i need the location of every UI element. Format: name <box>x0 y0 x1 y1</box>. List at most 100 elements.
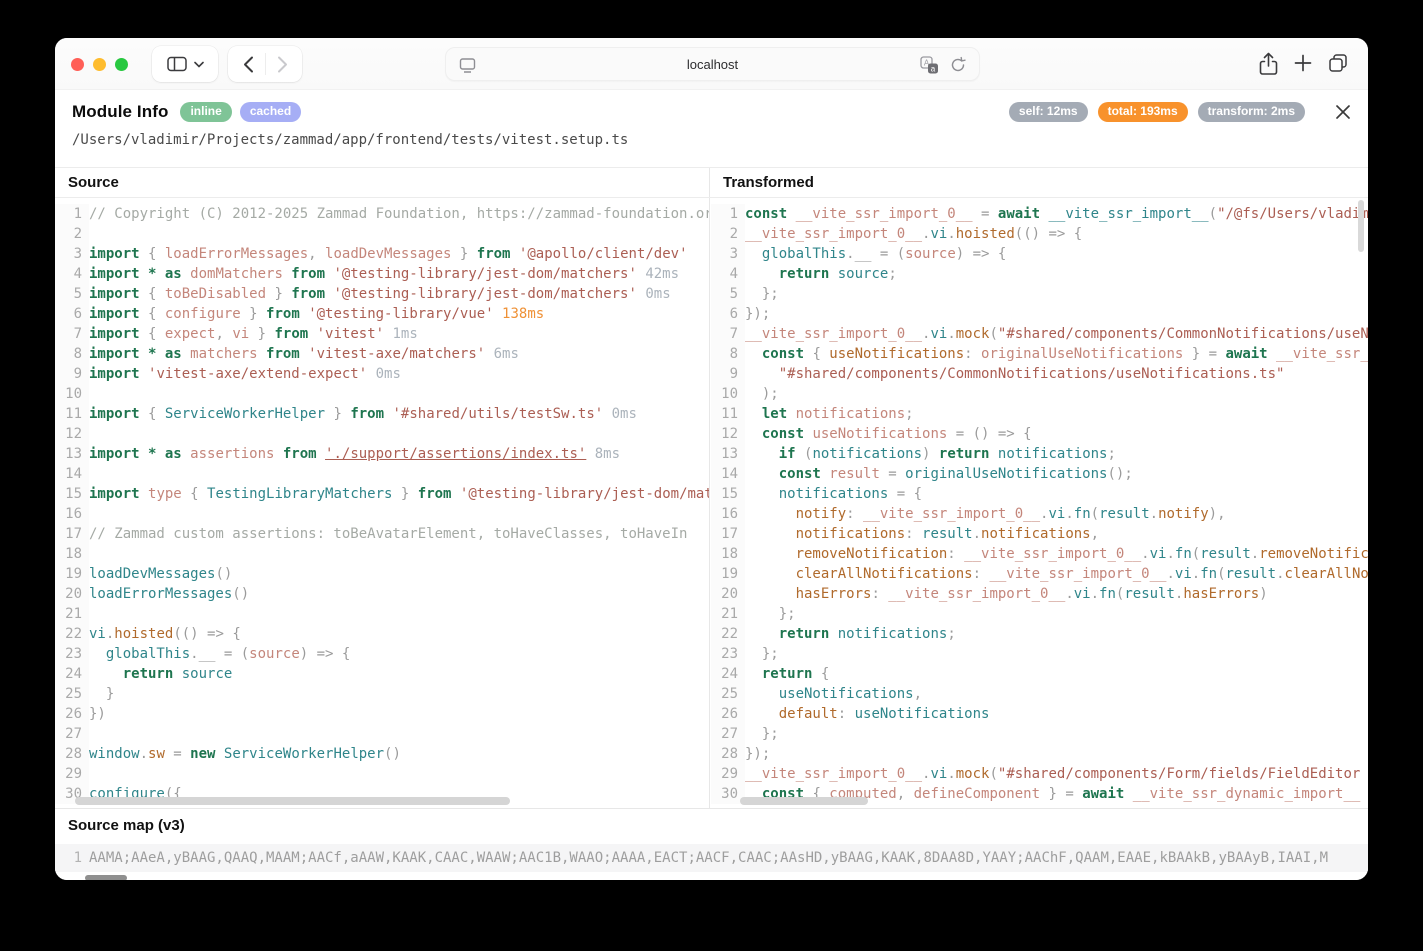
traffic-zoom-button[interactable] <box>115 58 128 71</box>
forward-icon[interactable] <box>266 56 288 73</box>
address-bar[interactable]: localhost A a <box>445 47 980 81</box>
module-info-header: Module Info inline cached self: 12ms tot… <box>55 90 1368 167</box>
code-line: 17 notifications: result.notifications, <box>711 524 1368 544</box>
line-number: 24 <box>711 664 745 684</box>
source-code[interactable]: 1// Copyright (C) 2012-2025 Zammad Found… <box>55 198 710 808</box>
line-number: 29 <box>55 764 89 784</box>
vertical-scrollbar[interactable] <box>1358 200 1364 252</box>
code-text: // Zammad custom assertions: toBeAvatarE… <box>89 524 709 544</box>
code-line: 15import type { TestingLibraryMatchers }… <box>55 484 709 504</box>
transformed-code[interactable]: 1const __vite_ssr_import_0__ = await __v… <box>711 198 1368 808</box>
code-text: notifications: result.notifications, <box>745 524 1368 544</box>
code-text: const __vite_ssr_import_0__ = await __vi… <box>745 204 1368 224</box>
close-icon[interactable] <box>1333 102 1353 122</box>
transformed-hscrollbar[interactable] <box>740 797 868 805</box>
code-line: 24 return source <box>55 664 709 684</box>
code-text: hasErrors: __vite_ssr_import_0__.vi.fn(r… <box>745 584 1368 604</box>
code-line: 8 const { useNotifications: originalUseN… <box>711 344 1368 364</box>
sidebar-toggle-button[interactable] <box>152 46 218 82</box>
code-text <box>89 464 709 484</box>
code-line: 2__vite_ssr_import_0__.vi.hoisted(() => … <box>711 224 1368 244</box>
code-line: 27 }; <box>711 724 1368 744</box>
code-text: clearAllNotifications: __vite_ssr_import… <box>745 564 1368 584</box>
traffic-minimize-button[interactable] <box>93 58 106 71</box>
line-number: 20 <box>711 584 745 604</box>
code-text: notifications = { <box>745 484 1368 504</box>
line-number: 16 <box>55 504 89 524</box>
code-text: import * as assertions from './support/a… <box>89 444 709 464</box>
line-number: 2 <box>55 224 89 244</box>
code-text: vi.hoisted(() => { <box>89 624 709 644</box>
sourcemap-line-number: 1 <box>55 850 89 866</box>
line-number: 13 <box>711 444 745 464</box>
code-text: const result = originalUseNotifications(… <box>745 464 1368 484</box>
line-number: 18 <box>711 544 745 564</box>
code-text: import { configure } from '@testing-libr… <box>89 304 709 324</box>
code-line: 5import { toBeDisabled } from '@testing-… <box>55 284 709 304</box>
line-number: 8 <box>55 344 89 364</box>
code-line: 26}) <box>55 704 709 724</box>
code-line: 17// Zammad custom assertions: toBeAvata… <box>55 524 709 544</box>
translate-icon[interactable]: A a <box>920 56 939 74</box>
code-line: 25 } <box>55 684 709 704</box>
source-hscrollbar[interactable] <box>75 797 510 805</box>
line-number: 5 <box>711 284 745 304</box>
code-line: 9 "#shared/components/CommonNotification… <box>711 364 1368 384</box>
code-text: globalThis.__ = (source) => { <box>745 244 1368 264</box>
sourcemap-hscrollbar[interactable] <box>85 875 127 880</box>
line-number: 23 <box>55 644 89 664</box>
chevron-down-icon <box>194 61 204 68</box>
code-line: 16 notify: __vite_ssr_import_0__.vi.fn(r… <box>711 504 1368 524</box>
line-number: 22 <box>55 624 89 644</box>
code-text <box>89 544 709 564</box>
line-number: 28 <box>711 744 745 764</box>
code-text: default: useNotifications <box>745 704 1368 724</box>
line-number: 13 <box>55 444 89 464</box>
code-text: notify: __vite_ssr_import_0__.vi.fn(resu… <box>745 504 1368 524</box>
module-link[interactable]: './support/assertions/index.ts' <box>325 446 586 462</box>
code-text: import { ServiceWorkerHelper } from '#sh… <box>89 404 709 424</box>
line-number: 1 <box>711 204 745 224</box>
line-number: 23 <box>711 644 745 664</box>
code-text <box>89 384 709 404</box>
line-number: 1 <box>55 204 89 224</box>
code-text: import { toBeDisabled } from '@testing-l… <box>89 284 709 304</box>
line-number: 3 <box>711 244 745 264</box>
sidebar-icon <box>167 56 187 72</box>
code-text: loadDevMessages() <box>89 564 709 584</box>
back-icon[interactable] <box>243 56 265 73</box>
line-number: 14 <box>711 464 745 484</box>
reload-icon[interactable] <box>949 56 967 74</box>
line-number: 18 <box>55 544 89 564</box>
code-line: 2 <box>55 224 709 244</box>
code-line: 26 default: useNotifications <box>711 704 1368 724</box>
line-number: 12 <box>55 424 89 444</box>
code-panels: 1// Copyright (C) 2012-2025 Zammad Found… <box>55 198 1368 808</box>
sourcemap-title: Source map (v3) <box>55 809 1368 834</box>
self-time-badge: self: 12ms <box>1009 102 1088 122</box>
code-line: 11 let notifications; <box>711 404 1368 424</box>
tab-overview-icon[interactable] <box>1327 52 1349 74</box>
code-text: import * as matchers from 'vitest-axe/ma… <box>89 344 709 364</box>
code-line: 7import { expect, vi } from 'vitest' 1ms <box>55 324 709 344</box>
code-line: 3 globalThis.__ = (source) => { <box>711 244 1368 264</box>
traffic-close-button[interactable] <box>71 58 84 71</box>
new-tab-icon[interactable] <box>1294 54 1312 72</box>
code-text <box>89 224 709 244</box>
line-number: 28 <box>55 744 89 764</box>
code-line: 28window.sw = new ServiceWorkerHelper() <box>55 744 709 764</box>
code-line: 13import * as assertions from './support… <box>55 444 709 464</box>
code-text: __vite_ssr_import_0__.vi.hoisted(() => { <box>745 224 1368 244</box>
line-number: 26 <box>55 704 89 724</box>
transformed-panel-title: Transformed <box>710 168 1368 197</box>
code-text: // Copyright (C) 2012-2025 Zammad Founda… <box>89 204 709 224</box>
line-number: 19 <box>711 564 745 584</box>
code-line: 29__vite_ssr_import_0__.vi.mock("#shared… <box>711 764 1368 784</box>
code-line: 23 }; <box>711 644 1368 664</box>
share-icon[interactable] <box>1258 52 1279 76</box>
page-title: Module Info <box>72 102 168 122</box>
line-number: 26 <box>711 704 745 724</box>
line-number: 25 <box>55 684 89 704</box>
line-number: 19 <box>55 564 89 584</box>
code-line: 10 ); <box>711 384 1368 404</box>
